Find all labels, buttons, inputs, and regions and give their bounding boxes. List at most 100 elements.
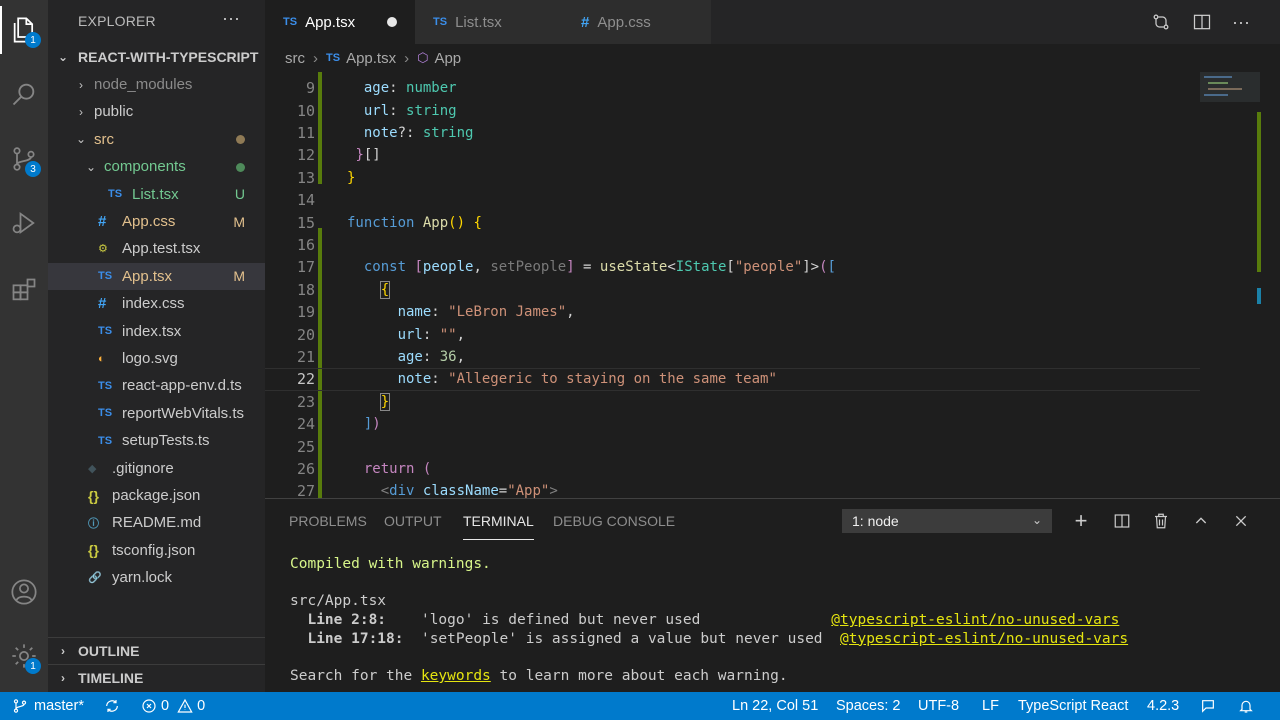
notifications-bell-icon[interactable] — [1238, 692, 1254, 720]
typescript-file-icon: TS — [326, 52, 341, 64]
new-terminal-plus-icon[interactable]: + — [1070, 508, 1092, 533]
more-actions-icon[interactable]: ··· — [222, 8, 240, 29]
typescript-file-icon: TS — [433, 16, 448, 28]
tree-item-index-tsx[interactable]: TS index.tsx — [48, 318, 265, 345]
tree-item-label: index.tsx — [122, 322, 182, 340]
split-editor-icon[interactable] — [1190, 10, 1214, 34]
tab-output[interactable]: OUTPUT — [384, 513, 442, 529]
encoding-status[interactable]: UTF-8 — [918, 692, 959, 720]
tree-item-tsconfig-json[interactable]: {} tsconfig.json — [48, 537, 265, 564]
typescript-file-icon: TS — [98, 379, 113, 392]
tree-item-gitignore[interactable]: ◆ .gitignore — [48, 455, 265, 482]
tree-item-package-json[interactable]: {} package.json — [48, 482, 265, 509]
minimap[interactable] — [1200, 72, 1260, 112]
sync-icon[interactable] — [104, 692, 120, 720]
project-section-header[interactable]: ⌄ REACT-WITH-TYPESCRIPT — [48, 43, 265, 70]
terminal-selector[interactable]: 1: node ⌄ — [842, 509, 1052, 533]
tree-item-label: List.tsx — [132, 185, 179, 203]
tree-item-label: react-app-env.d.ts — [122, 377, 242, 395]
accounts-icon[interactable] — [0, 568, 48, 616]
breadcrumb-folder[interactable]: src — [285, 50, 305, 67]
maximize-panel-chevron-up-icon[interactable] — [1190, 511, 1212, 531]
tab-terminal[interactable]: TERMINAL — [463, 513, 534, 540]
outline-section-header[interactable]: › OUTLINE — [48, 637, 265, 664]
more-actions-icon[interactable]: ··· — [1229, 10, 1253, 34]
symbol-icon: ⬡ — [417, 50, 429, 65]
tab-label: App.tsx — [305, 13, 356, 31]
tab-debug-console[interactable]: DEBUG CONSOLE — [553, 513, 675, 529]
terminal-output[interactable]: Compiled with warnings. src/App.tsx Line… — [290, 555, 1128, 686]
search-icon[interactable] — [0, 70, 48, 118]
source-control-icon[interactable]: 3 — [0, 135, 48, 183]
tree-item-logo-svg[interactable]: ◐ logo.svg — [48, 345, 265, 372]
code-editor[interactable]: 9 age: number 10 url: string 11 note?: s… — [265, 72, 1280, 498]
close-panel-icon[interactable] — [1230, 511, 1252, 531]
warning-2-rule-link[interactable]: @typescript-eslint/no-unused-vars — [840, 631, 1128, 647]
tree-item-components[interactable]: ⌄ components — [48, 153, 265, 180]
breadcrumb-symbol[interactable]: App — [434, 50, 461, 67]
tree-item-node-modules[interactable]: › node_modules — [48, 71, 265, 98]
tree-item-label: tsconfig.json — [112, 541, 196, 559]
extensions-icon[interactable] — [0, 266, 48, 314]
tree-item-src[interactable]: ⌄ src — [48, 126, 265, 153]
bottom-panel: PROBLEMS OUTPUT TERMINAL DEBUG CONSOLE 1… — [265, 498, 1280, 692]
tree-item-setuptests-ts[interactable]: TS setupTests.ts — [48, 427, 265, 454]
editor-scrollbar[interactable] — [1257, 72, 1261, 498]
chevron-right-icon: › — [61, 671, 65, 685]
tree-item-index-css[interactable]: # index.css — [48, 290, 265, 317]
manage-badge: 1 — [25, 658, 41, 674]
css-file-icon: # — [98, 295, 107, 313]
tree-item-app-tsx[interactable]: TS App.tsx M — [48, 262, 265, 290]
project-name: REACT-WITH-TYPESCRIPT — [78, 48, 259, 65]
indentation-status[interactable]: Spaces: 2 — [836, 692, 901, 720]
eol-status[interactable]: LF — [982, 692, 999, 720]
timeline-section-header[interactable]: › TIMELINE — [48, 664, 265, 691]
breadcrumb: src › TS App.tsx › ⬡ App — [265, 44, 1280, 72]
run-debug-icon[interactable] — [0, 199, 48, 247]
split-terminal-icon[interactable] — [1111, 511, 1133, 531]
language-mode[interactable]: TypeScript React — [1018, 692, 1128, 720]
tree-item-yarn-lock[interactable]: 🔗 yarn.lock — [48, 564, 265, 591]
code-line-11: 11 note?: string — [296, 123, 474, 142]
tree-item-app-css[interactable]: # App.css M — [48, 208, 265, 235]
tree-item-readme-md[interactable]: ⓘ README.md — [48, 509, 265, 536]
warning-1-rule-link[interactable]: @typescript-eslint/no-unused-vars — [831, 612, 1119, 628]
code-line-25: 25 — [296, 437, 315, 456]
problems-status[interactable]: 0 0 — [141, 692, 205, 720]
tree-item-react-app-env-d-ts[interactable]: TS react-app-env.d.ts — [48, 372, 265, 399]
warning-2-location: Line 17:18: — [307, 630, 404, 647]
chevron-right-icon: › — [404, 49, 410, 67]
typescript-version[interactable]: 4.2.3 — [1147, 692, 1179, 720]
cursor-position[interactable]: Ln 22, Col 51 — [732, 692, 818, 720]
json-file-icon: {} — [88, 542, 99, 559]
tree-item-label: App.test.tsx — [122, 240, 201, 258]
tree-item-list-tsx[interactable]: TS List.tsx U — [48, 181, 265, 208]
kill-terminal-trash-icon[interactable] — [1150, 511, 1172, 531]
tree-item-label: App.tsx — [122, 267, 173, 285]
typescript-file-icon: TS — [98, 325, 113, 338]
code-line-13: 13} — [296, 168, 356, 187]
keywords-link[interactable]: keywords — [421, 668, 491, 684]
warning-1-message: 'logo' is defined but never used — [420, 612, 701, 629]
timeline-label: TIMELINE — [78, 670, 144, 686]
explorer-icon[interactable]: 1 — [0, 6, 48, 54]
code-line-10: 10 url: string — [296, 101, 457, 120]
manage-gear-icon[interactable]: 1 — [0, 632, 48, 680]
tree-item-reportwebvitals-ts[interactable]: TS reportWebVitals.ts — [48, 400, 265, 427]
tab-problems[interactable]: PROBLEMS — [289, 513, 367, 529]
code-line-17: 17 const [people, setPeople] = useState<… — [296, 258, 836, 277]
svg-file-icon: ◐ — [98, 352, 105, 365]
tab-app-tsx[interactable]: TS App.tsx — [265, 0, 415, 44]
branch-status[interactable]: master* — [12, 692, 84, 720]
feedback-icon[interactable] — [1200, 692, 1216, 720]
chevron-right-icon: › — [79, 77, 83, 92]
unsaved-dot-icon[interactable] — [387, 17, 397, 27]
git-status-badge: U — [234, 186, 245, 203]
tab-list-tsx[interactable]: TS List.tsx — [415, 0, 563, 44]
tab-app-css[interactable]: # App.css — [563, 0, 711, 44]
test-file-icon: ⚙ — [98, 243, 108, 256]
tree-item-public[interactable]: › public — [48, 98, 265, 125]
open-changes-icon[interactable] — [1149, 10, 1173, 34]
breadcrumb-file[interactable]: App.tsx — [346, 50, 396, 67]
tree-item-app-test-tsx[interactable]: ⚙ App.test.tsx — [48, 235, 265, 262]
